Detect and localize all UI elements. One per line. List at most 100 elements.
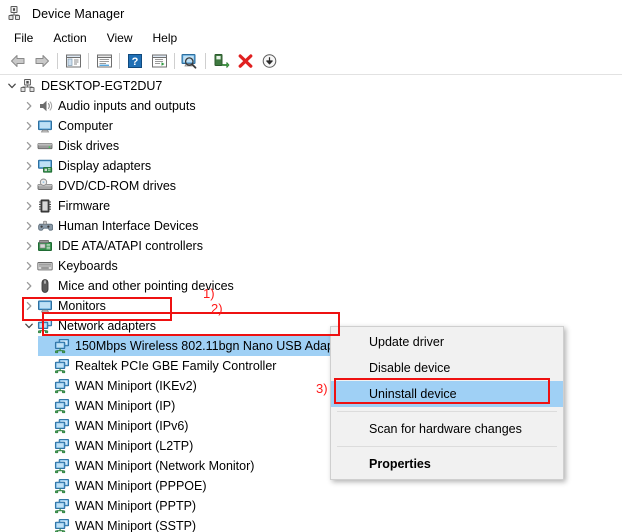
chevron-down-icon[interactable] xyxy=(21,316,36,336)
chevron-right-icon[interactable] xyxy=(21,236,36,256)
firmware-icon xyxy=(36,197,54,215)
tree-item-label: Human Interface Devices xyxy=(58,219,199,233)
chevron-right-icon[interactable] xyxy=(21,196,36,216)
context-menu-separator xyxy=(337,411,557,412)
help-icon[interactable]: ? xyxy=(123,50,147,72)
chevron-right-icon[interactable] xyxy=(21,156,36,176)
chevron-placeholder xyxy=(38,456,53,476)
network-adapter-icon xyxy=(53,457,71,475)
tree-item[interactable]: Display adapters xyxy=(0,156,622,176)
title-bar: Device Manager xyxy=(0,0,622,28)
toolbar-divider xyxy=(0,74,622,75)
hid-icon xyxy=(36,217,54,235)
toolbar-separator xyxy=(119,53,120,69)
monitor-icon xyxy=(36,297,54,315)
tree-item[interactable]: IDE ATA/ATAPI controllers xyxy=(0,236,622,256)
tree-item[interactable]: Human Interface Devices xyxy=(0,216,622,236)
tree-item[interactable]: WAN Miniport (PPTP) xyxy=(0,496,622,516)
chevron-right-icon[interactable] xyxy=(21,216,36,236)
menu-item-file[interactable]: File xyxy=(5,29,42,47)
network-adapter-icon xyxy=(53,477,71,495)
chevron-right-icon[interactable] xyxy=(21,96,36,116)
chevron-placeholder xyxy=(38,396,53,416)
network-adapter-icon xyxy=(53,497,71,515)
window-title: Device Manager xyxy=(32,7,125,21)
tree-item-label: WAN Miniport (IKEv2) xyxy=(75,379,197,393)
chevron-placeholder xyxy=(38,336,53,356)
tree-item[interactable]: Audio inputs and outputs xyxy=(0,96,622,116)
tree-item-label: Audio inputs and outputs xyxy=(58,99,196,113)
display-adapter-icon xyxy=(36,157,54,175)
tree-item-label: Network adapters xyxy=(58,319,156,333)
network-adapter-icon xyxy=(53,517,71,532)
tree-item-label: Monitors xyxy=(58,299,106,313)
tree-item-label: WAN Miniport (Network Monitor) xyxy=(75,459,255,473)
forward-icon[interactable] xyxy=(30,50,54,72)
tree-item-label: 150Mbps Wireless 802.11bgn Nano USB Adap… xyxy=(75,339,349,353)
tree-item[interactable]: DVD/CD-ROM drives xyxy=(0,176,622,196)
chevron-placeholder xyxy=(38,356,53,376)
context-menu-item-scan-for-hardware-changes[interactable]: Scan for hardware changes xyxy=(331,416,563,442)
mouse-icon xyxy=(36,277,54,295)
tree-item[interactable]: Monitors xyxy=(0,296,622,316)
enable-device-icon[interactable] xyxy=(209,50,233,72)
download-icon[interactable] xyxy=(257,50,281,72)
toolbar-separator xyxy=(57,53,58,69)
toolbar-separator xyxy=(174,53,175,69)
annotation-label-2: 2) xyxy=(211,301,223,316)
chevron-placeholder xyxy=(38,496,53,516)
chevron-right-icon[interactable] xyxy=(21,276,36,296)
tree-item[interactable]: Disk drives xyxy=(0,136,622,156)
chevron-placeholder xyxy=(38,516,53,532)
uninstall-device-icon[interactable] xyxy=(233,50,257,72)
tree-item-label: WAN Miniport (PPPOE) xyxy=(75,479,207,493)
context-menu-item-uninstall-device[interactable]: Uninstall device xyxy=(331,381,563,407)
annotation-label-1: 1) xyxy=(203,286,215,301)
network-adapter-icon xyxy=(53,417,71,435)
properties-icon[interactable] xyxy=(92,50,116,72)
network-adapter-icon xyxy=(36,317,54,335)
chevron-right-icon[interactable] xyxy=(21,256,36,276)
tree-item-label: WAN Miniport (L2TP) xyxy=(75,439,194,453)
chevron-right-icon[interactable] xyxy=(21,176,36,196)
chevron-right-icon[interactable] xyxy=(21,116,36,136)
context-menu-separator xyxy=(337,446,557,447)
menu-item-help[interactable]: Help xyxy=(144,29,187,47)
menu-item-view[interactable]: View xyxy=(98,29,142,47)
tree-root-item[interactable]: DESKTOP-EGT2DU7 xyxy=(0,76,622,96)
tree-item-label: WAN Miniport (IPv6) xyxy=(75,419,189,433)
tree-item[interactable]: Keyboards xyxy=(0,256,622,276)
ide-controller-icon xyxy=(36,237,54,255)
chevron-placeholder xyxy=(38,476,53,496)
chevron-down-icon[interactable] xyxy=(4,76,19,96)
toolbar-separator xyxy=(88,53,89,69)
context-menu[interactable]: Update driver Disable device Uninstall d… xyxy=(330,326,564,480)
menu-item-action[interactable]: Action xyxy=(44,29,95,47)
tree-item[interactable]: Computer xyxy=(0,116,622,136)
context-menu-item-properties[interactable]: Properties xyxy=(331,451,563,477)
toolbar: ? xyxy=(0,48,622,74)
back-icon[interactable] xyxy=(6,50,30,72)
tree-item[interactable]: Mice and other pointing devices xyxy=(0,276,622,296)
tree-item-label: WAN Miniport (PPTP) xyxy=(75,499,197,513)
context-menu-item-update-driver[interactable]: Update driver xyxy=(331,329,563,355)
dvd-drive-icon xyxy=(36,177,54,195)
network-adapter-icon xyxy=(53,357,71,375)
svg-text:?: ? xyxy=(132,56,139,68)
tree-item-label: DVD/CD-ROM drives xyxy=(58,179,177,193)
tree-item-label: Disk drives xyxy=(58,139,120,153)
chevron-right-icon[interactable] xyxy=(21,296,36,316)
chevron-right-icon[interactable] xyxy=(21,136,36,156)
tree-item[interactable]: Firmware xyxy=(0,196,622,216)
menu-bar: File Action View Help xyxy=(0,28,622,48)
tree-item[interactable]: WAN Miniport (SSTP) xyxy=(0,516,622,532)
show-hide-console-tree-icon[interactable] xyxy=(61,50,85,72)
context-menu-item-disable-device[interactable]: Disable device xyxy=(331,355,563,381)
update-driver-icon[interactable] xyxy=(147,50,171,72)
tree-item-label: WAN Miniport (IP) xyxy=(75,399,176,413)
tree-item-label: Keyboards xyxy=(58,259,118,273)
keyboard-icon xyxy=(36,257,54,275)
tree-item-label: Firmware xyxy=(58,199,111,213)
toolbar-separator xyxy=(205,53,206,69)
scan-hardware-changes-icon[interactable] xyxy=(178,50,202,72)
